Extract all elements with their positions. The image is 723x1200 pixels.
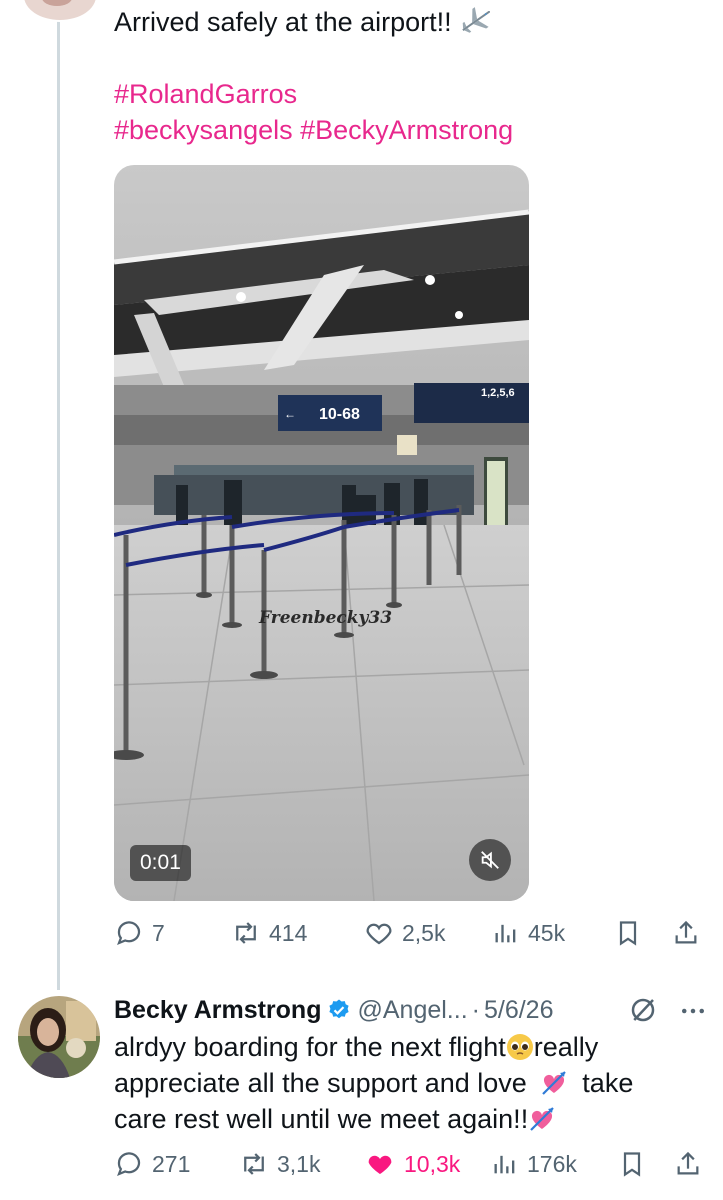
reply-header: Becky Armstrong @Angel... · 5/6/26 — [114, 992, 714, 1028]
watermark: Freenbecky33 — [259, 608, 393, 628]
reply-text-line: take — [582, 1068, 634, 1098]
reply-count: 271 — [152, 1150, 191, 1177]
views-button[interactable]: 176k — [491, 1149, 577, 1179]
repost-button[interactable]: 414 — [231, 918, 307, 948]
avatar[interactable] — [22, 0, 98, 22]
svg-text:←: ← — [284, 407, 296, 421]
share-icon — [675, 920, 697, 944]
like-button[interactable]: 2,5k — [364, 918, 445, 948]
tweet-text-line: Arrived safely at the airport!! — [114, 7, 452, 37]
share-button[interactable] — [672, 918, 700, 948]
repost-count: 414 — [269, 919, 308, 946]
heart-icon — [366, 923, 392, 945]
reply-actions: 271 3,1k 10,3k 176k — [114, 1144, 704, 1184]
reply-text-line: care rest well until we meet again!! — [114, 1104, 529, 1134]
author-name[interactable]: Becky Armstrong — [114, 996, 321, 1025]
bookmark-button[interactable] — [614, 918, 642, 948]
hashtag-link[interactable]: #RolandGarros — [114, 76, 674, 112]
more-icon[interactable] — [678, 996, 708, 1026]
views-button[interactable]: 45k — [492, 918, 565, 948]
video-timer: 0:01 — [130, 845, 191, 881]
bookmark-icon — [619, 921, 637, 946]
reply-text-line: really — [533, 1032, 599, 1062]
airplane-icon — [461, 7, 490, 33]
repost-count: 3,1k — [277, 1150, 321, 1177]
mute-button[interactable] — [469, 839, 511, 881]
repost-button[interactable]: 3,1k — [239, 1149, 320, 1179]
reply-button[interactable]: 271 — [114, 1149, 190, 1179]
tweet-actions: 7 414 2,5k 45k — [114, 913, 704, 953]
heart-arrow-icon — [530, 1107, 554, 1131]
views-icon — [495, 924, 516, 943]
reply-count: 7 — [152, 919, 165, 946]
views-count: 176k — [527, 1150, 577, 1177]
tweet-date[interactable]: 5/6/26 — [484, 996, 554, 1025]
repost-icon — [244, 1153, 264, 1175]
reply-text-line: alrdyy boarding for the next flight — [114, 1032, 506, 1062]
separator: · — [471, 995, 480, 1024]
avatar[interactable] — [18, 996, 100, 1078]
like-count: 10,3k — [404, 1150, 461, 1177]
share-icon — [677, 1151, 699, 1175]
reply-icon — [117, 1152, 141, 1176]
views-count: 45k — [528, 919, 566, 946]
hashtag-link[interactable]: #beckysangels #BeckyArmstrong — [114, 112, 674, 148]
reply-button[interactable]: 7 — [114, 918, 165, 948]
thread-line — [57, 0, 60, 990]
gate-sign: 10-68 — [319, 406, 360, 423]
like-count: 2,5k — [402, 919, 446, 946]
reply-text-line: appreciate all the support and love — [114, 1068, 527, 1098]
mute-icon — [481, 851, 499, 869]
heart-arrow-icon — [542, 1071, 567, 1095]
author-handle[interactable]: @Angel... — [357, 996, 467, 1025]
video-player[interactable]: 10-68 ← 1,2,5,6 Freenbecky33 0:01 — [114, 165, 529, 901]
pleading-face-icon — [506, 1034, 533, 1060]
board-sign: 1,2,5,6 — [481, 387, 515, 399]
views-icon — [494, 1155, 515, 1174]
reply-icon — [117, 921, 141, 945]
repost-icon — [236, 922, 256, 944]
tweet-text: Arrived safely at the airport!! #RolandG… — [114, 4, 674, 148]
reply-text: alrdyy boarding for the next flight reall… — [114, 1029, 674, 1137]
verified-badge-icon — [329, 999, 350, 1019]
heart-icon — [368, 1155, 392, 1174]
like-button[interactable]: 10,3k — [364, 1149, 460, 1179]
grok-icon[interactable] — [628, 995, 658, 1025]
bookmark-button[interactable] — [618, 1149, 646, 1179]
share-button[interactable] — [674, 1149, 702, 1179]
bookmark-icon — [623, 1152, 641, 1177]
video-frame: 10-68 ← 1,2,5,6 — [114, 165, 529, 901]
